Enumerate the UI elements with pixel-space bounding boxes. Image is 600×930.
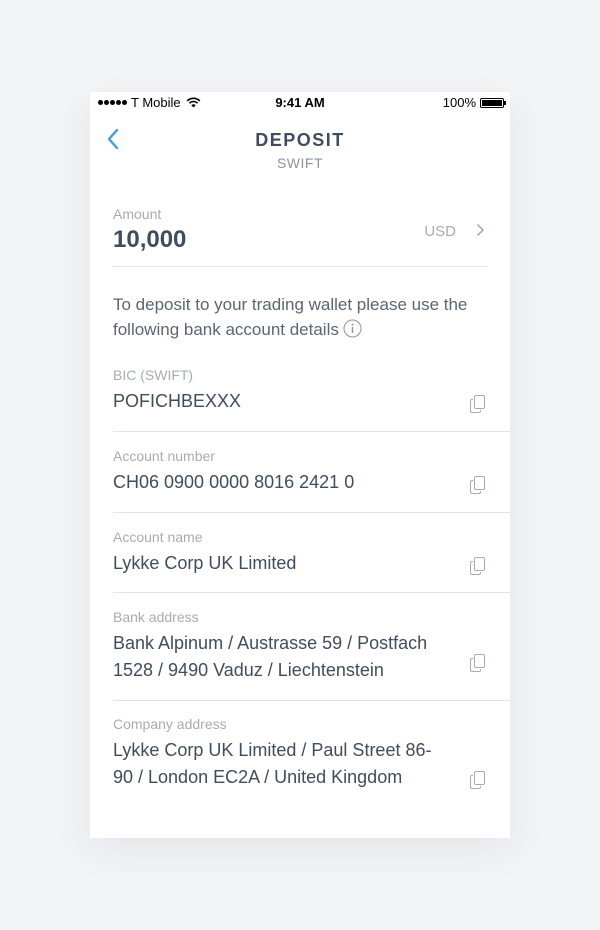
page-title: DEPOSIT xyxy=(255,130,345,150)
divider xyxy=(113,700,510,701)
amount-field[interactable]: Amount 10,000 USD xyxy=(113,206,488,267)
info-icon[interactable] xyxy=(343,319,362,345)
company-address-value: Lykke Corp UK Limited / Paul Street 86-9… xyxy=(113,740,432,787)
copy-icon[interactable] xyxy=(470,771,486,789)
phone-screen: T Mobile 9:41 AM 100% DEPOSIT SWIFT Amou… xyxy=(90,92,510,838)
bank-address-value: Bank Alpinum / Austrasse 59 / Postfach 1… xyxy=(113,633,428,680)
account-name-label: Account name xyxy=(113,529,203,545)
currency-selector[interactable]: USD xyxy=(424,223,456,240)
bank-address-label: Bank address xyxy=(113,609,199,625)
divider xyxy=(113,431,510,432)
copy-icon[interactable] xyxy=(470,654,486,672)
amount-label: Amount xyxy=(113,206,162,222)
copy-icon[interactable] xyxy=(470,557,486,575)
detail-row-bic: BIC (SWIFT) POFICHBEXXX xyxy=(113,367,510,432)
account-number-label: Account number xyxy=(113,448,215,464)
bic-value: POFICHBEXXX xyxy=(113,391,242,411)
account-number-value: CH06 0900 0000 8016 2421 0 xyxy=(113,472,355,492)
divider xyxy=(113,512,510,513)
status-bar: T Mobile 9:41 AM 100% xyxy=(90,92,510,114)
divider xyxy=(113,592,510,593)
status-right: 100% xyxy=(442,95,506,110)
company-address-label: Company address xyxy=(113,716,227,732)
battery-icon xyxy=(480,97,506,108)
account-name-value: Lykke Corp UK Limited xyxy=(113,553,297,573)
copy-icon[interactable] xyxy=(470,395,486,413)
amount-value: 10,000 xyxy=(113,226,187,253)
instructions-text: To deposit to your trading wallet please… xyxy=(113,295,468,339)
bic-label: BIC (SWIFT) xyxy=(113,367,194,383)
detail-row-bank-address: Bank address Bank Alpinum / Austrasse 59… xyxy=(113,609,510,701)
deposit-instructions: To deposit to your trading wallet please… xyxy=(113,292,498,345)
battery-percent: 100% xyxy=(442,95,476,110)
chevron-right-icon[interactable] xyxy=(474,222,486,238)
detail-row-account-number: Account number CH06 0900 0000 8016 2421 … xyxy=(113,448,510,513)
detail-row-account-name: Account name Lykke Corp UK Limited xyxy=(113,529,510,594)
detail-row-company-address: Company address Lykke Corp UK Limited / … xyxy=(113,716,510,836)
copy-icon[interactable] xyxy=(470,476,486,494)
page-subtitle: SWIFT xyxy=(276,155,324,171)
